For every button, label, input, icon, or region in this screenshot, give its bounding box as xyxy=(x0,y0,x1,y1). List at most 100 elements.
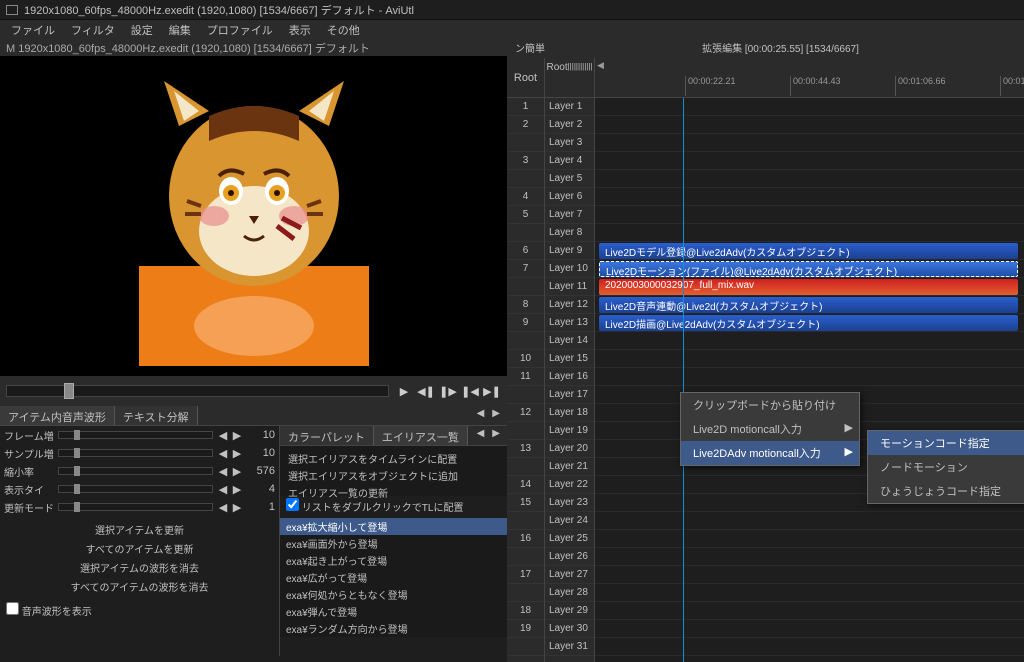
layer-num[interactable]: 4 xyxy=(507,188,544,206)
menu-file[interactable]: ファイル xyxy=(4,20,62,38)
context-submenu[interactable]: モーションコード指定ノードモーションひょうじょうコード指定 xyxy=(867,430,1024,504)
menu-bar[interactable]: ファイル フィルタ 設定 編集 プロファイル 表示 その他 xyxy=(0,20,1024,38)
alias-item[interactable]: exa¥画面外から登場 xyxy=(280,535,507,552)
timeline-row[interactable] xyxy=(595,584,1024,602)
alias-dblclick-check[interactable] xyxy=(286,498,299,511)
alias-action[interactable]: 選択エイリアスをオブジェクトに追加 xyxy=(284,467,503,484)
layer-num[interactable]: 3 xyxy=(507,152,544,170)
timeline-clip[interactable]: 2020003000032907_full_mix.wav xyxy=(599,279,1018,295)
param-slider[interactable] xyxy=(58,449,213,457)
timeline-row[interactable] xyxy=(595,188,1024,206)
menu-other[interactable]: その他 xyxy=(320,20,367,38)
param-next[interactable]: ▶ xyxy=(231,483,243,496)
timeline-row[interactable] xyxy=(595,638,1024,656)
param-prev[interactable]: ◀ xyxy=(217,483,229,496)
skip-fwd-button[interactable]: ▶❚ xyxy=(483,383,501,399)
timeline-row[interactable] xyxy=(595,368,1024,386)
action-button[interactable]: 選択アイテムの波形を消去 xyxy=(4,558,275,577)
menu-profile[interactable]: プロファイル xyxy=(200,20,280,38)
layer-num[interactable]: 17 xyxy=(507,566,544,584)
layer-num[interactable]: 14 xyxy=(507,476,544,494)
layer-num[interactable]: 15 xyxy=(507,494,544,512)
param-next[interactable]: ▶ xyxy=(231,447,243,460)
timeline-row[interactable] xyxy=(595,548,1024,566)
layer-name[interactable]: Layer 26 xyxy=(545,548,594,566)
timeline-row[interactable] xyxy=(595,98,1024,116)
ctx-sub-item[interactable]: ひょうじょうコード指定 xyxy=(868,479,1024,503)
show-waveform-check[interactable] xyxy=(6,602,19,615)
layer-name[interactable]: Layer 4 xyxy=(545,152,594,170)
timeline-clip[interactable]: Live2D音声連動@Live2d(カスタムオブジェクト) xyxy=(599,297,1018,313)
alias-tab-prev[interactable]: ◀ xyxy=(474,428,488,439)
param-next[interactable]: ▶ xyxy=(231,429,243,442)
action-button[interactable]: 選択アイテムを更新 xyxy=(4,520,275,539)
timeline-row[interactable]: Live2D音声連動@Live2d(カスタムオブジェクト) xyxy=(595,296,1024,314)
timeline-row[interactable] xyxy=(595,530,1024,548)
layer-num[interactable]: 6 xyxy=(507,242,544,260)
layer-num[interactable]: 8 xyxy=(507,296,544,314)
alias-tab-next[interactable]: ▶ xyxy=(489,428,503,439)
layer-num[interactable] xyxy=(507,332,544,350)
timeline-row[interactable] xyxy=(595,350,1024,368)
layer-name[interactable]: Layer 27 xyxy=(545,566,594,584)
alias-item[interactable]: exa¥何処からともなく登場 xyxy=(280,586,507,603)
layer-name[interactable]: Layer 13 xyxy=(545,314,594,332)
menu-settings[interactable]: 設定 xyxy=(124,20,160,38)
timeline-row[interactable] xyxy=(595,134,1024,152)
play-button[interactable]: ▶ xyxy=(395,383,413,399)
param-slider[interactable] xyxy=(58,431,213,439)
menu-view[interactable]: 表示 xyxy=(282,20,318,38)
layer-num[interactable]: 13 xyxy=(507,440,544,458)
timeline-row[interactable] xyxy=(595,170,1024,188)
layer-name[interactable]: Layer 7 xyxy=(545,206,594,224)
timeline-root-col[interactable]: Root xyxy=(507,58,545,97)
action-button[interactable]: すべてのアイテムを更新 xyxy=(4,539,275,558)
layer-num[interactable] xyxy=(507,512,544,530)
layer-name[interactable]: Layer 17 xyxy=(545,386,594,404)
timeline-row[interactable]: Live2D描画@Live2dAdv(カスタムオブジェクト) xyxy=(595,314,1024,332)
timeline-row[interactable] xyxy=(595,224,1024,242)
ruler-scroll-left[interactable]: ◀ xyxy=(597,60,604,71)
timeline-row[interactable] xyxy=(595,620,1024,638)
param-prev[interactable]: ◀ xyxy=(217,465,229,478)
context-menu[interactable]: クリップボードから貼り付けLive2D motioncall入力▶Live2DA… xyxy=(680,392,860,466)
layer-num[interactable] xyxy=(507,224,544,242)
ctx-item[interactable]: Live2D motioncall入力▶ xyxy=(681,417,859,441)
tab-waveform[interactable]: アイテム内音声波形 xyxy=(0,406,115,425)
layer-name[interactable]: Layer 30 xyxy=(545,620,594,638)
layer-name[interactable]: Layer 1 xyxy=(545,98,594,116)
alias-action[interactable]: 選択エイリアスをタイムラインに配置 xyxy=(284,450,503,467)
timeline-clip[interactable]: Live2D描画@Live2dAdv(カスタムオブジェクト) xyxy=(599,315,1018,331)
alias-item[interactable]: exa¥広がって登場 xyxy=(280,569,507,586)
layer-name[interactable]: Layer 28 xyxy=(545,584,594,602)
timeline-row[interactable] xyxy=(595,206,1024,224)
layer-name[interactable]: Layer 29 xyxy=(545,602,594,620)
layer-name[interactable]: Layer 20 xyxy=(545,440,594,458)
alias-item[interactable]: exa¥弾んで登場 xyxy=(280,603,507,620)
layer-name[interactable]: Layer 12 xyxy=(545,296,594,314)
param-prev[interactable]: ◀ xyxy=(217,447,229,460)
layer-num[interactable] xyxy=(507,134,544,152)
param-slider[interactable] xyxy=(58,485,213,493)
layer-num[interactable]: 1 xyxy=(507,98,544,116)
layer-name[interactable]: Layer 10 xyxy=(545,260,594,278)
layer-name[interactable]: Layer 3 xyxy=(545,134,594,152)
layer-num[interactable] xyxy=(507,386,544,404)
step-back-button[interactable]: ◀❚ xyxy=(417,383,435,399)
ctx-sub-item[interactable]: モーションコード指定 xyxy=(868,431,1024,455)
layer-name[interactable]: Layer 5 xyxy=(545,170,594,188)
timeline-clip[interactable]: Live2Dモデル登録@Live2dAdv(カスタムオブジェクト) xyxy=(599,243,1018,259)
timeline-row[interactable]: Live2Dモデル登録@Live2dAdv(カスタムオブジェクト) xyxy=(595,242,1024,260)
layer-name[interactable]: Layer 15 xyxy=(545,350,594,368)
param-next[interactable]: ▶ xyxy=(231,465,243,478)
layer-num[interactable]: 2 xyxy=(507,116,544,134)
layer-name[interactable]: Layer 18 xyxy=(545,404,594,422)
layer-num[interactable]: 10 xyxy=(507,350,544,368)
tab-prev[interactable]: ◀ xyxy=(474,408,488,419)
layer-num[interactable] xyxy=(507,584,544,602)
ctx-item[interactable]: Live2DAdv motioncall入力▶ xyxy=(681,441,859,465)
timeline-row[interactable]: 2020003000032907_full_mix.wav xyxy=(595,278,1024,296)
layer-name[interactable]: Layer 2 xyxy=(545,116,594,134)
layer-num[interactable]: 7 xyxy=(507,260,544,278)
seek-handle[interactable] xyxy=(64,383,74,399)
